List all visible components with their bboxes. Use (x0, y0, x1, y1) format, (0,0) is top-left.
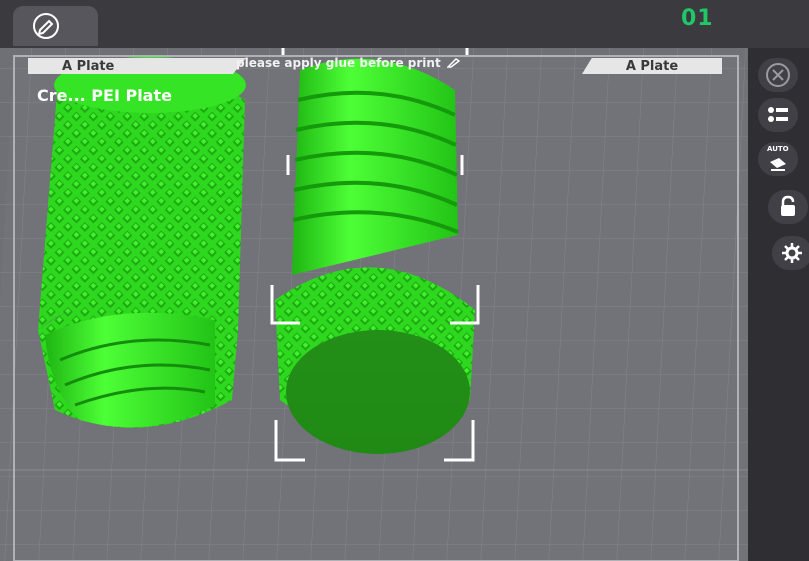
plate-tab-right[interactable]: A Plate (582, 58, 722, 74)
objects-list-button[interactable] (758, 98, 798, 132)
auto-arrange-button[interactable]: AUTO (758, 142, 798, 176)
plate-number: 01 (681, 6, 714, 31)
plate-tab-left[interactable]: A Plate (28, 58, 246, 74)
plate-note[interactable]: please apply glue before print (236, 56, 461, 70)
gear-icon (782, 243, 802, 263)
plate-note-text: please apply glue before print (236, 56, 441, 70)
close-button[interactable] (758, 58, 798, 92)
lock-icon (781, 195, 795, 216)
auto-arrange-icon (770, 158, 786, 171)
plate-tab-left-label: A Plate (62, 58, 115, 74)
plate-title: Cre... PEI Plate (37, 86, 172, 105)
plate-tab-right-label: A Plate (625, 58, 679, 74)
lock-button[interactable] (768, 190, 808, 224)
objects-list-icon (768, 107, 788, 122)
edit-plate-button[interactable] (13, 6, 98, 46)
side-toolbar: AUTO (748, 48, 809, 561)
close-icon (766, 63, 790, 87)
edit-note-icon (446, 58, 460, 68)
auto-label: AUTO (767, 145, 789, 153)
settings-button[interactable] (772, 236, 809, 270)
build-plate-scene (0, 34, 809, 561)
pencil-icon (33, 13, 59, 39)
3d-viewport[interactable]: 01 A Plate please apply glue before prin… (0, 0, 809, 561)
top-bar: 01 (0, 0, 809, 48)
left-model (38, 57, 246, 428)
